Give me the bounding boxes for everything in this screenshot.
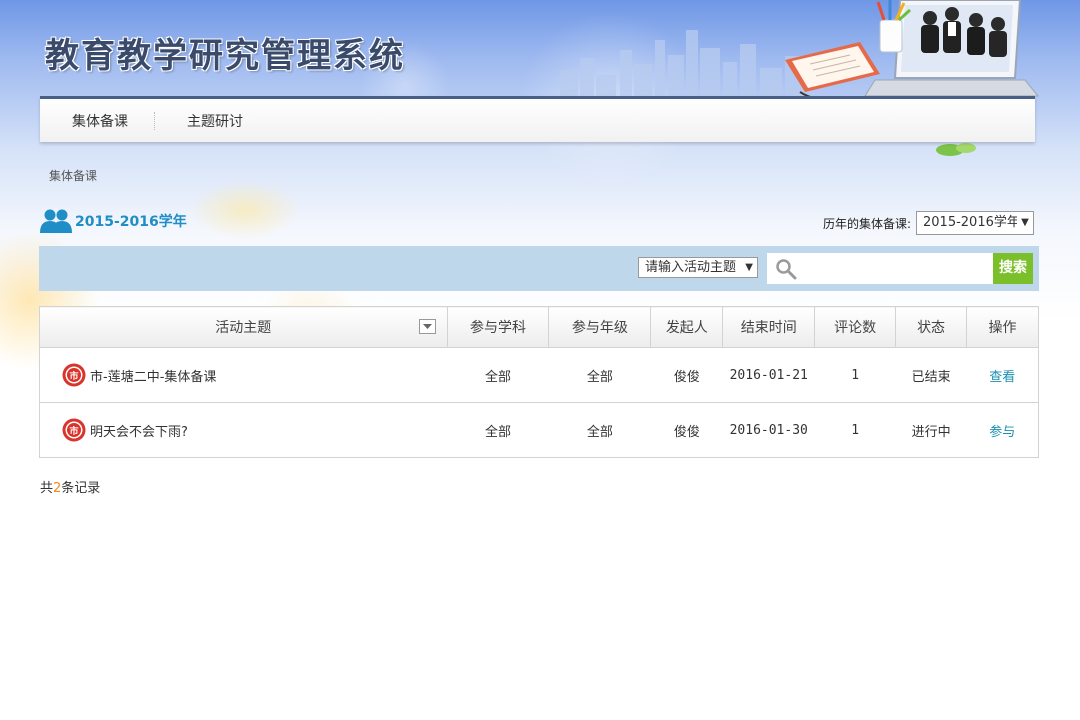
year-heading: 2015-2016学年 bbox=[40, 208, 187, 234]
table-row: 市 明天会不会下雨? 全部 全部 俊俊 2016-01-30 1 进行中 参与 bbox=[39, 402, 1039, 458]
initiator-cell: 俊俊 bbox=[650, 347, 723, 403]
search-icon bbox=[776, 259, 797, 280]
column-header-action: 操作 bbox=[966, 306, 1039, 348]
city-level-badge-icon: 市 bbox=[62, 418, 86, 442]
table-row: 市 市-莲塘二中-集体备课 全部 全部 俊俊 2016-01-21 1 已结束 … bbox=[39, 347, 1039, 403]
subject-cell: 全部 bbox=[447, 402, 549, 458]
column-header-status: 状态 bbox=[895, 306, 968, 348]
nav-item-topic-discussion[interactable]: 主题研讨 bbox=[155, 111, 269, 131]
topic-cell: 市 市-莲塘二中-集体备课 bbox=[39, 347, 448, 403]
join-link[interactable]: 参与 bbox=[989, 425, 1015, 440]
column-header-topic: 活动主题 bbox=[39, 306, 448, 348]
topic-title[interactable]: 市-莲塘二中-集体备课 bbox=[90, 366, 216, 385]
history-label: 历年的集体备课: bbox=[822, 216, 911, 231]
main-nav: 集体备课 主题研讨 bbox=[40, 96, 1035, 142]
record-count-prefix: 共 bbox=[40, 481, 54, 496]
grade-cell: 全部 bbox=[548, 347, 651, 403]
column-header-subject: 参与学科 bbox=[446, 306, 550, 348]
filter-dropdown-icon[interactable] bbox=[418, 319, 436, 334]
column-header-label: 活动主题 bbox=[215, 320, 272, 336]
column-header-grade: 参与年级 bbox=[548, 306, 652, 348]
search-button[interactable]: 搜索 bbox=[993, 253, 1033, 284]
school-year-select-value: 2015-2016学年 bbox=[923, 215, 1020, 230]
group-users-icon bbox=[40, 209, 72, 233]
end-time-cell: 2016-01-30 bbox=[722, 402, 815, 458]
city-skyline-decoration bbox=[560, 30, 805, 96]
history-selector: 历年的集体备课: 2015-2016学年 ▼ bbox=[823, 211, 1034, 235]
grade-cell: 全部 bbox=[548, 402, 651, 458]
school-year-title: 2015-2016学年 bbox=[75, 214, 187, 230]
search-input[interactable] bbox=[767, 253, 994, 284]
comment-count-cell: 1 bbox=[814, 402, 896, 458]
system-title: 教育教学研究管理系统 bbox=[45, 36, 405, 76]
action-cell: 查看 bbox=[966, 347, 1039, 403]
subject-cell: 全部 bbox=[447, 347, 549, 403]
record-count: 共2条记录 bbox=[40, 477, 100, 496]
office-people-illustration bbox=[785, 0, 1040, 103]
badge-label: 市 bbox=[69, 370, 78, 382]
dropdown-arrow-icon: ▼ bbox=[745, 262, 753, 273]
record-count-suffix: 条记录 bbox=[61, 481, 101, 496]
status-cell: 已结束 bbox=[895, 347, 967, 403]
comment-count-cell: 1 bbox=[814, 347, 896, 403]
badge-label: 市 bbox=[69, 425, 78, 437]
column-header-end-time: 结束时间 bbox=[722, 306, 816, 348]
breadcrumb: 集体备课 bbox=[49, 169, 98, 183]
nav-item-lesson-prep[interactable]: 集体备课 bbox=[40, 111, 154, 131]
city-level-badge-icon: 市 bbox=[62, 363, 86, 387]
search-bar: 请输入活动主题 ▼ 搜索 bbox=[39, 246, 1039, 291]
end-time-cell: 2016-01-21 bbox=[722, 347, 815, 403]
status-cell: 进行中 bbox=[895, 402, 967, 458]
topic-title[interactable]: 明天会不会下雨? bbox=[90, 421, 188, 440]
dropdown-arrow-icon: ▼ bbox=[1017, 212, 1033, 234]
view-link[interactable]: 查看 bbox=[989, 370, 1015, 385]
column-header-initiator: 发起人 bbox=[650, 306, 724, 348]
column-header-comments: 评论数 bbox=[814, 306, 897, 348]
topic-type-select-value: 请输入活动主题 bbox=[645, 260, 737, 275]
bokeh-decoration bbox=[190, 180, 300, 240]
topic-cell: 市 明天会不会下雨? bbox=[39, 402, 448, 458]
initiator-cell: 俊俊 bbox=[650, 402, 723, 458]
school-year-select[interactable]: 2015-2016学年 ▼ bbox=[916, 211, 1034, 235]
topic-type-select[interactable]: 请输入活动主题 ▼ bbox=[638, 257, 758, 278]
table-header-row: 活动主题 参与学科 参与年级 发起人 结束时间 评论数 状态 操作 bbox=[39, 306, 1039, 348]
action-cell: 参与 bbox=[966, 402, 1039, 458]
activity-table: 活动主题 参与学科 参与年级 发起人 结束时间 评论数 状态 操作 市 市-莲塘… bbox=[39, 306, 1039, 458]
